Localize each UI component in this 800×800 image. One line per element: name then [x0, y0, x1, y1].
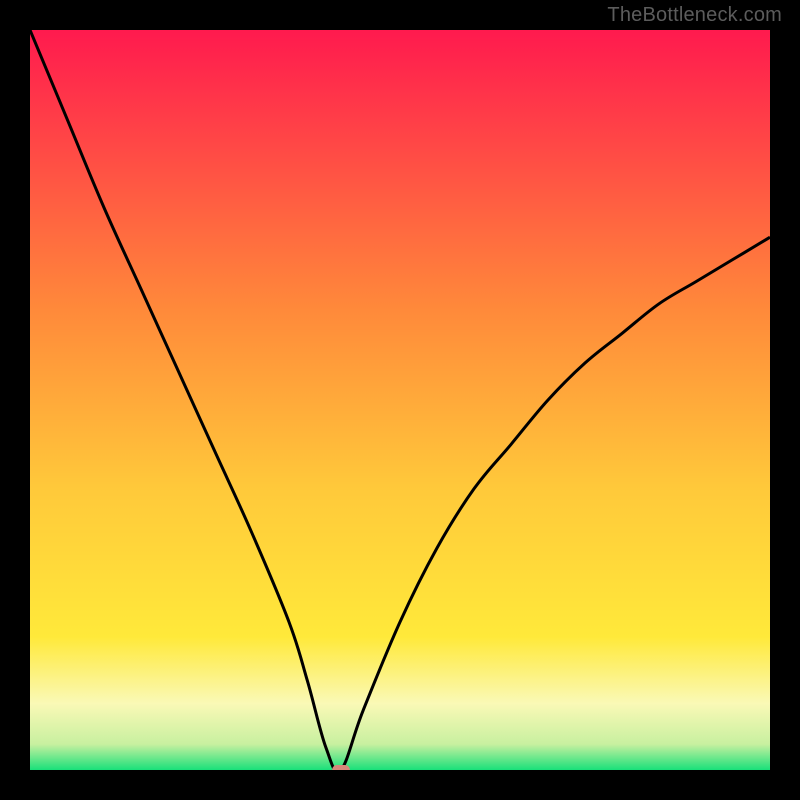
- bottleneck-curve: [30, 30, 770, 770]
- plot-area: [30, 30, 770, 770]
- watermark-text: TheBottleneck.com: [607, 4, 782, 27]
- chart-frame: TheBottleneck.com: [0, 0, 800, 800]
- minimum-marker: [332, 765, 350, 770]
